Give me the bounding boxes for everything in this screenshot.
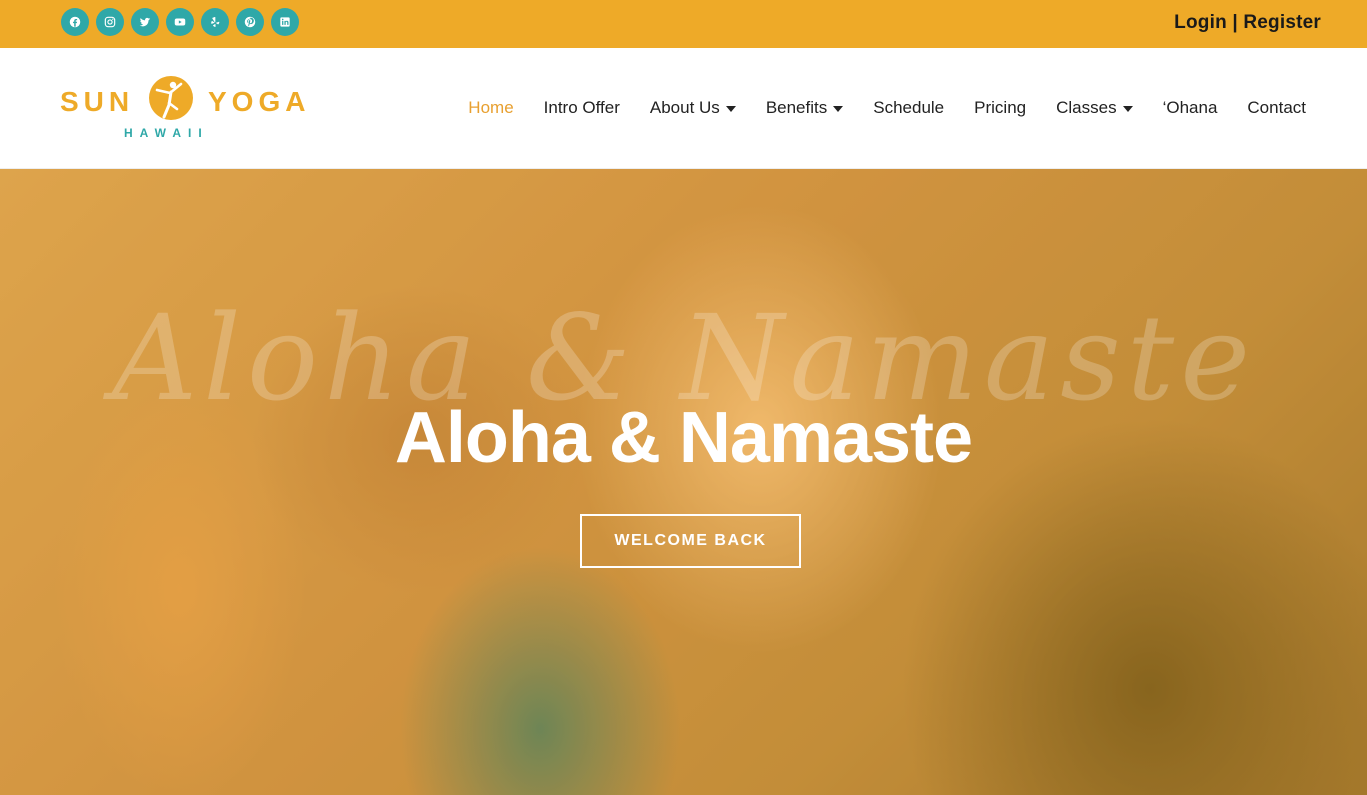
nav-pricing[interactable]: Pricing xyxy=(974,98,1026,118)
twitter-icon[interactable] xyxy=(131,8,159,36)
nav-about-us[interactable]: About Us xyxy=(650,98,736,118)
chevron-down-icon xyxy=(833,106,844,112)
site-header: SUN YOGA HAWAII Home Intro Offer About U… xyxy=(0,48,1367,169)
nav-benefits[interactable]: Benefits xyxy=(765,98,844,118)
nav-schedule[interactable]: Schedule xyxy=(873,98,944,118)
auth-separator: | xyxy=(1226,12,1244,33)
logo-word-yoga: YOGA xyxy=(208,86,311,117)
logo-subtitle: HAWAII xyxy=(124,126,209,140)
main-nav: Home Intro Offer About Us Benefits Sched… xyxy=(468,98,1306,118)
chevron-down-icon xyxy=(725,106,736,112)
top-bar: Login | Register xyxy=(0,0,1367,48)
nav-intro-offer[interactable]: Intro Offer xyxy=(544,98,620,118)
logo-word-sun: SUN xyxy=(60,86,135,117)
site-logo[interactable]: SUN YOGA HAWAII xyxy=(60,75,315,145)
hero-photo-overlay xyxy=(0,169,1367,795)
nav-home-label: Home xyxy=(468,98,514,117)
instagram-icon[interactable] xyxy=(96,8,124,36)
hero-banner: Aloha & Namaste Aloha & Namaste WELCOME … xyxy=(0,169,1367,795)
nav-schedule-label: Schedule xyxy=(873,98,945,117)
hero-title: Aloha & Namaste xyxy=(394,398,973,478)
linkedin-icon[interactable] xyxy=(271,8,299,36)
nav-ohana[interactable]: ‘Ohana xyxy=(1163,98,1218,118)
chevron-down-icon xyxy=(1122,106,1133,112)
sun-logo-icon xyxy=(149,76,193,120)
facebook-icon[interactable] xyxy=(61,8,89,36)
pinterest-icon[interactable] xyxy=(236,8,264,36)
nav-pricing-label: Pricing xyxy=(974,98,1027,117)
nav-home[interactable]: Home xyxy=(468,98,513,118)
nav-contact[interactable]: Contact xyxy=(1247,98,1306,118)
nav-benefits-label: Benefits xyxy=(765,98,828,117)
welcome-back-button[interactable]: WELCOME BACK xyxy=(580,514,801,568)
youtube-icon[interactable] xyxy=(166,8,194,36)
yelp-icon[interactable] xyxy=(201,8,229,36)
nav-ohana-label: ‘Ohana xyxy=(1162,98,1218,117)
nav-classes[interactable]: Classes xyxy=(1056,98,1133,118)
nav-about-us-label: About Us xyxy=(649,98,720,117)
login-link[interactable]: Login xyxy=(1174,12,1227,33)
social-links xyxy=(61,8,299,36)
nav-contact-label: Contact xyxy=(1247,98,1306,117)
auth-links: Login | Register xyxy=(1174,12,1321,34)
nav-classes-label: Classes xyxy=(1056,98,1117,117)
nav-intro-offer-label: Intro Offer xyxy=(543,98,620,117)
register-link[interactable]: Register xyxy=(1243,12,1321,33)
